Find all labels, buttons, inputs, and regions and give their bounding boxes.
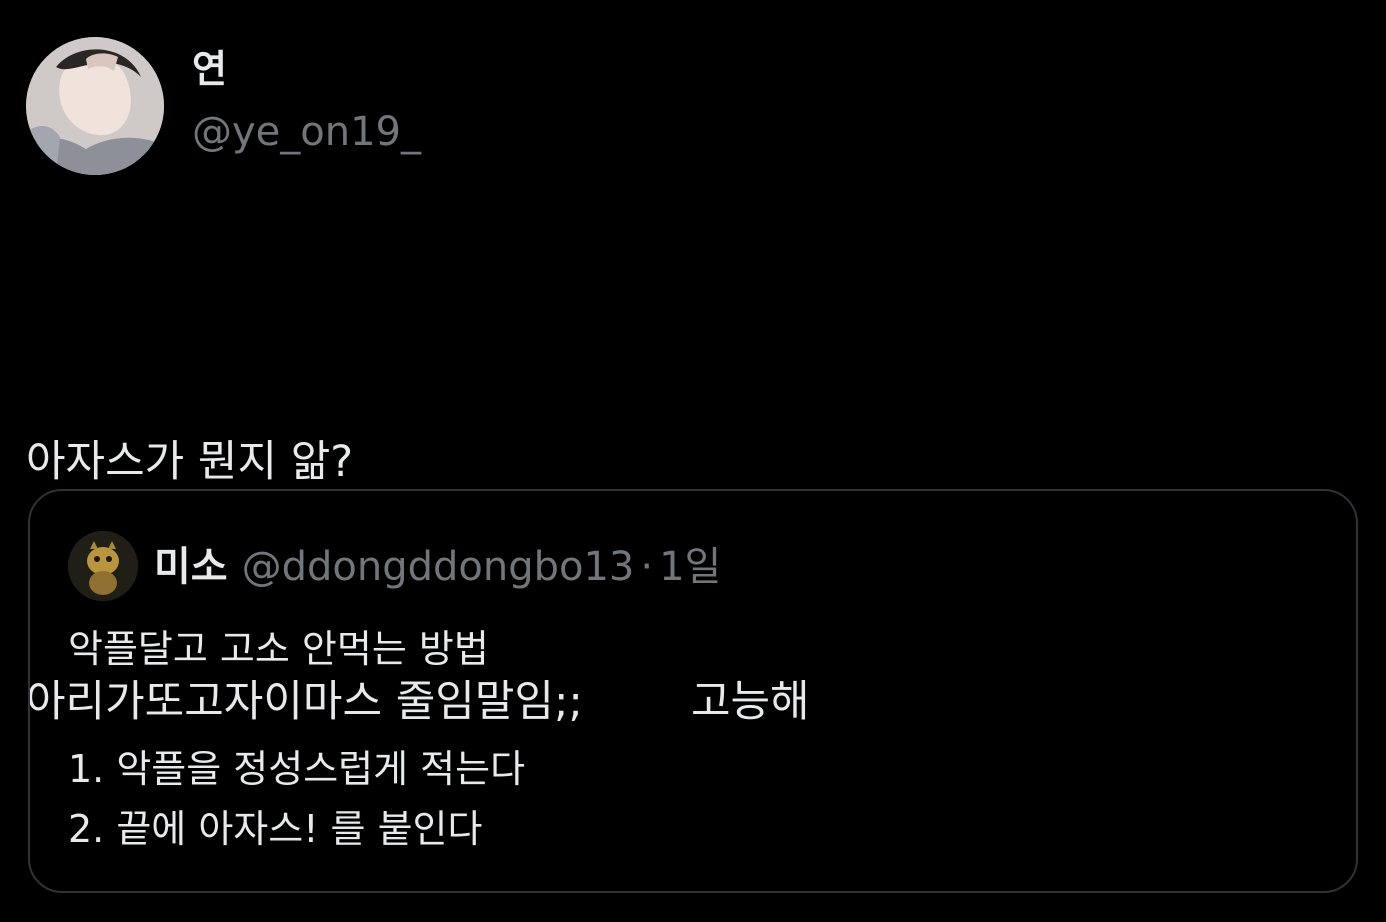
quoted-text-line: 1. 악플을 정성스럽게 적는다 — [68, 747, 526, 791]
quoted-text-line: 2. 끝에 아자스! 를 붙인다 — [68, 807, 483, 851]
quoted-author-avatar[interactable] — [68, 531, 138, 601]
header-separator: · — [640, 544, 654, 590]
profile-photo-icon — [26, 37, 164, 175]
author-avatar[interactable] — [26, 37, 164, 175]
tweet: 연 @ye_on19_ 아자스가 뭔지 앎? 아리가또고자이마스 줄임말임;; 고… — [0, 0, 1386, 922]
quoted-text-line — [68, 679, 525, 739]
quoted-text: 악플달고 고소 안먹는 방법 1. 악플을 정성스럽게 적는다 2. 끝에 아자… — [68, 619, 525, 859]
quoted-timestamp[interactable]: 1일 — [659, 544, 721, 590]
quoted-header: 미소 @ddongddongbo13 · 1일 — [154, 543, 721, 591]
quoted-tweet-card[interactable]: 미소 @ddongddongbo13 · 1일 악플달고 고소 안먹는 방법 1. 악… — [28, 489, 1358, 893]
author-name[interactable]: 연 — [192, 50, 227, 88]
quoted-author-name[interactable]: 미소 — [154, 544, 228, 590]
quoted-text-line: 악플달고 고소 안먹는 방법 — [68, 627, 489, 671]
profile-photo-icon — [68, 531, 138, 601]
quoted-author-handle[interactable]: @ddongddongbo13 — [242, 544, 635, 590]
author-handle[interactable]: @ye_on19_ — [192, 112, 421, 152]
